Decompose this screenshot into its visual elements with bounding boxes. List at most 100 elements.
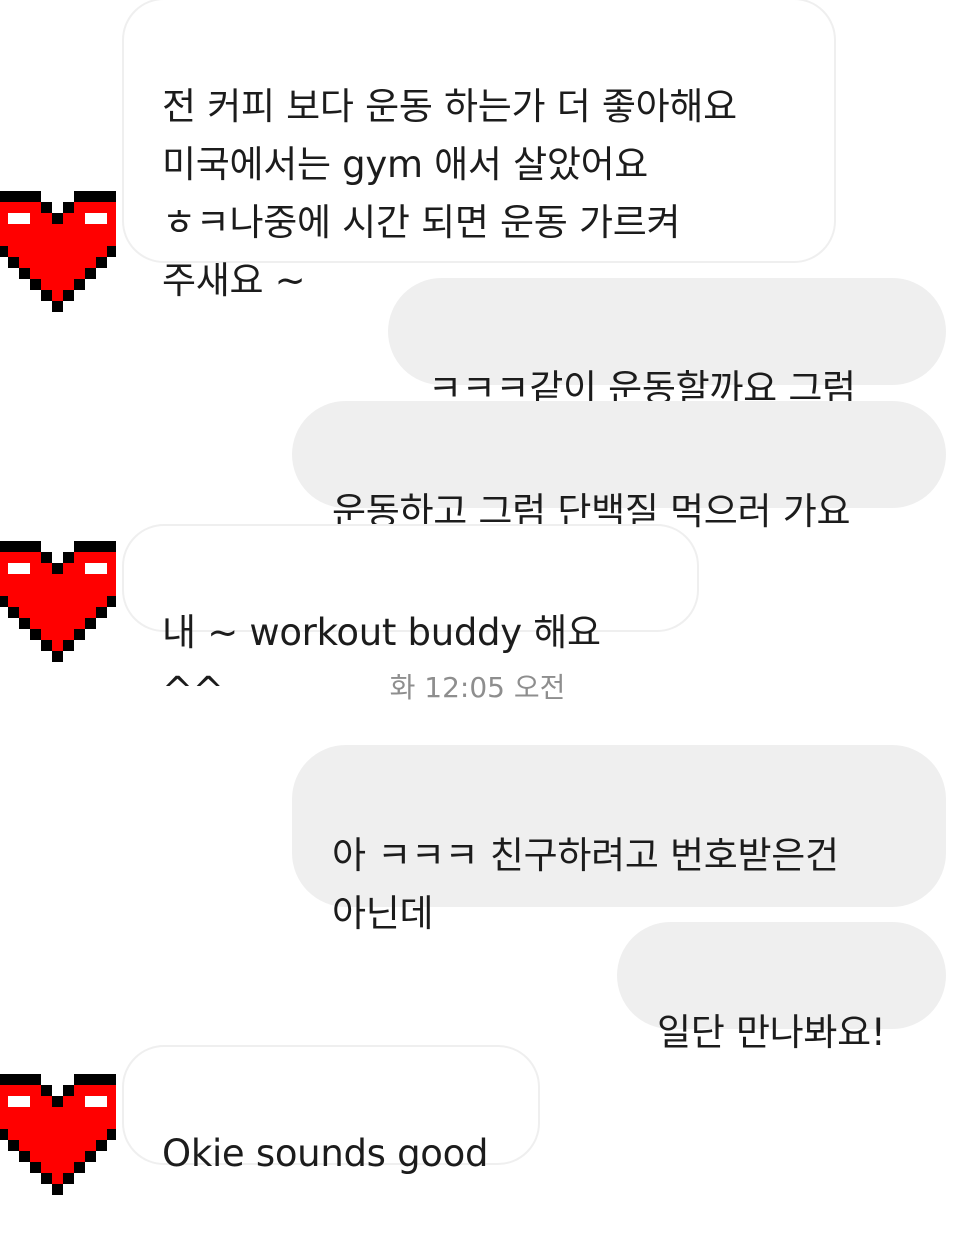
heart-pixel [41, 1107, 52, 1118]
heart-pixel [8, 224, 19, 235]
heart-pixel [0, 1107, 8, 1118]
heart-pixel [96, 224, 107, 235]
heart-pixel [52, 596, 63, 607]
message-bubble-incoming[interactable]: Okie sounds good [122, 1045, 540, 1175]
heart-pixel [85, 541, 96, 552]
heart-pixel [74, 213, 85, 224]
heart-pixel [96, 1107, 107, 1118]
sender-avatar[interactable] [0, 1068, 116, 1198]
heart-pixel [30, 1129, 41, 1140]
heart-pixel [63, 1173, 74, 1184]
heart-pixel [85, 1140, 96, 1151]
heart-pixel [41, 224, 52, 235]
heart-pixel [8, 1096, 19, 1107]
heart-pixel [30, 279, 41, 290]
sender-avatar[interactable] [0, 185, 116, 315]
heart-pixel [41, 640, 52, 651]
heart-pixel [30, 1074, 41, 1085]
heart-pixel [52, 246, 63, 257]
heart-pixel [19, 246, 30, 257]
heart-pixel [52, 1107, 63, 1118]
heart-pixel [41, 246, 52, 257]
heart-pixel [85, 257, 96, 268]
heart-pixel [96, 607, 107, 618]
heart-pixel [74, 618, 85, 629]
heart-pixel [30, 1118, 41, 1129]
heart-pixel [0, 246, 8, 257]
heart-pixel [41, 574, 52, 585]
heart-pixel [52, 607, 63, 618]
heart-pixel [96, 1085, 107, 1096]
heart-pixel [0, 235, 8, 246]
heart-pixel [8, 202, 19, 213]
heart-pixel [85, 1085, 96, 1096]
heart-pixel [52, 585, 63, 596]
heart-pixel [30, 607, 41, 618]
heart-pixel [0, 191, 8, 202]
message-bubble-outgoing[interactable]: 아 ㅋㅋㅋ 친구하려고 번호받은건 아닌데 [292, 745, 946, 935]
message-bubble-outgoing[interactable]: 일단 만나봐요! [617, 922, 946, 1054]
heart-pixel [30, 224, 41, 235]
heart-pixel [85, 213, 96, 224]
heart-pixel [41, 1162, 52, 1173]
heart-pixel [8, 257, 19, 268]
heart-pixel [19, 235, 30, 246]
message-bubble-outgoing[interactable]: 운동하고 그럼 단백질 먹으러 가요 [292, 401, 946, 533]
heart-pixel [52, 574, 63, 585]
heart-pixel [19, 1074, 30, 1085]
heart-pixel [63, 1118, 74, 1129]
heart-pixel [63, 1107, 74, 1118]
heart-pixel [74, 235, 85, 246]
heart-pixel [74, 268, 85, 279]
heart-pixel [8, 1140, 19, 1151]
heart-pixel [0, 1085, 8, 1096]
heart-pixel [63, 290, 74, 301]
heart-pixel [8, 235, 19, 246]
heart-pixel [63, 1096, 74, 1107]
heart-pixel [107, 541, 116, 552]
heart-pixel [85, 585, 96, 596]
heart-pixel [63, 585, 74, 596]
message-bubble-incoming[interactable]: 내 ~ workout buddy 해요 ^^ [122, 524, 699, 712]
sender-avatar[interactable] [0, 535, 116, 665]
heart-pixel [85, 1129, 96, 1140]
heart-pixel [52, 1129, 63, 1140]
heart-pixel [8, 563, 19, 574]
heart-pixel [41, 202, 52, 213]
heart-pixel [41, 618, 52, 629]
heart-pixel [74, 246, 85, 257]
heart-pixel [74, 1151, 85, 1162]
heart-pixel [74, 1074, 85, 1085]
heart-pixel [41, 552, 52, 563]
heart-pixel [19, 268, 30, 279]
heart-pixel [96, 1096, 107, 1107]
heart-pixel [85, 563, 96, 574]
heart-pixel [30, 1151, 41, 1162]
heart-pixel [52, 563, 63, 574]
heart-pixel [41, 1085, 52, 1096]
heart-pixel [107, 191, 116, 202]
heart-pixel [85, 1074, 96, 1085]
heart-pixel [74, 1085, 85, 1096]
heart-pixel [19, 585, 30, 596]
heart-pixel [52, 279, 63, 290]
heart-pixel [74, 224, 85, 235]
chat-thread: 전 커피 보다 운동 하는가 더 좋아해요 미국에서는 gym 애서 살았어요 … [0, 0, 980, 1195]
heart-pixel [41, 235, 52, 246]
heart-pixel [30, 191, 41, 202]
heart-pixel [107, 1118, 116, 1129]
heart-pixel [74, 1118, 85, 1129]
heart-pixel [41, 1140, 52, 1151]
message-bubble-incoming[interactable]: 전 커피 보다 운동 하는가 더 좋아해요 미국에서는 gym 애서 살았어요 … [122, 0, 836, 302]
heart-pixel [30, 541, 41, 552]
heart-pixel [96, 596, 107, 607]
heart-pixel [19, 1151, 30, 1162]
message-bubble-outgoing[interactable]: ㅋㅋㅋ같이 운동할까요 그럼 [388, 278, 946, 410]
heart-pixel [19, 1096, 30, 1107]
message-text: 전 커피 보다 운동 하는가 더 좋아해요 미국에서는 gym 애서 살았어요 … [162, 85, 737, 302]
heart-pixel [52, 1140, 63, 1151]
heart-pixel [8, 1129, 19, 1140]
heart-pixel [19, 596, 30, 607]
heart-pixel [96, 1140, 107, 1151]
heart-pixel [30, 574, 41, 585]
